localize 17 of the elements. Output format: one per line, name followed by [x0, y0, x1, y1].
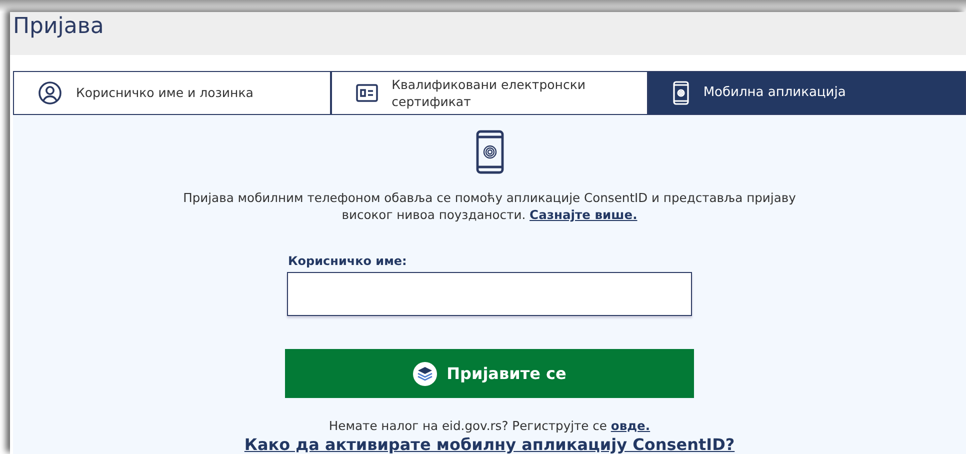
page-title: Пријава	[13, 14, 104, 39]
register-text: Немате налог на eid.gov.rs? Региструјте се овде.	[328, 418, 650, 435]
id-card-icon	[356, 84, 378, 102]
tab[interactable]: Корисничко име и лозинка	[13, 71, 331, 115]
tab[interactable]: Мобилна апликација	[648, 71, 966, 115]
tab[interactable]: Квалификовани електронски сертификат	[330, 71, 648, 115]
register-link[interactable]: овде.	[610, 419, 650, 433]
username-field[interactable]	[287, 272, 692, 316]
phone-fingerprint-icon	[476, 130, 504, 174]
login-button[interactable]: Пријавите се	[285, 349, 694, 398]
username-label: Корисничко име:	[288, 254, 408, 268]
learn-more-link[interactable]: Сазнајте више.	[530, 208, 638, 222]
help-link[interactable]: Како да активирате мобилну апликацију ConsentID?	[244, 435, 735, 454]
intro-text: Пријава мобилним телефоном обавља се помоћу апликације ConsentID и представља пријаву високог нивоа поузданости. Сазнајте више.	[182, 190, 797, 224]
user-icon	[38, 81, 62, 105]
layers-icon	[412, 362, 437, 386]
phone-fingerprint-icon	[673, 81, 690, 105]
